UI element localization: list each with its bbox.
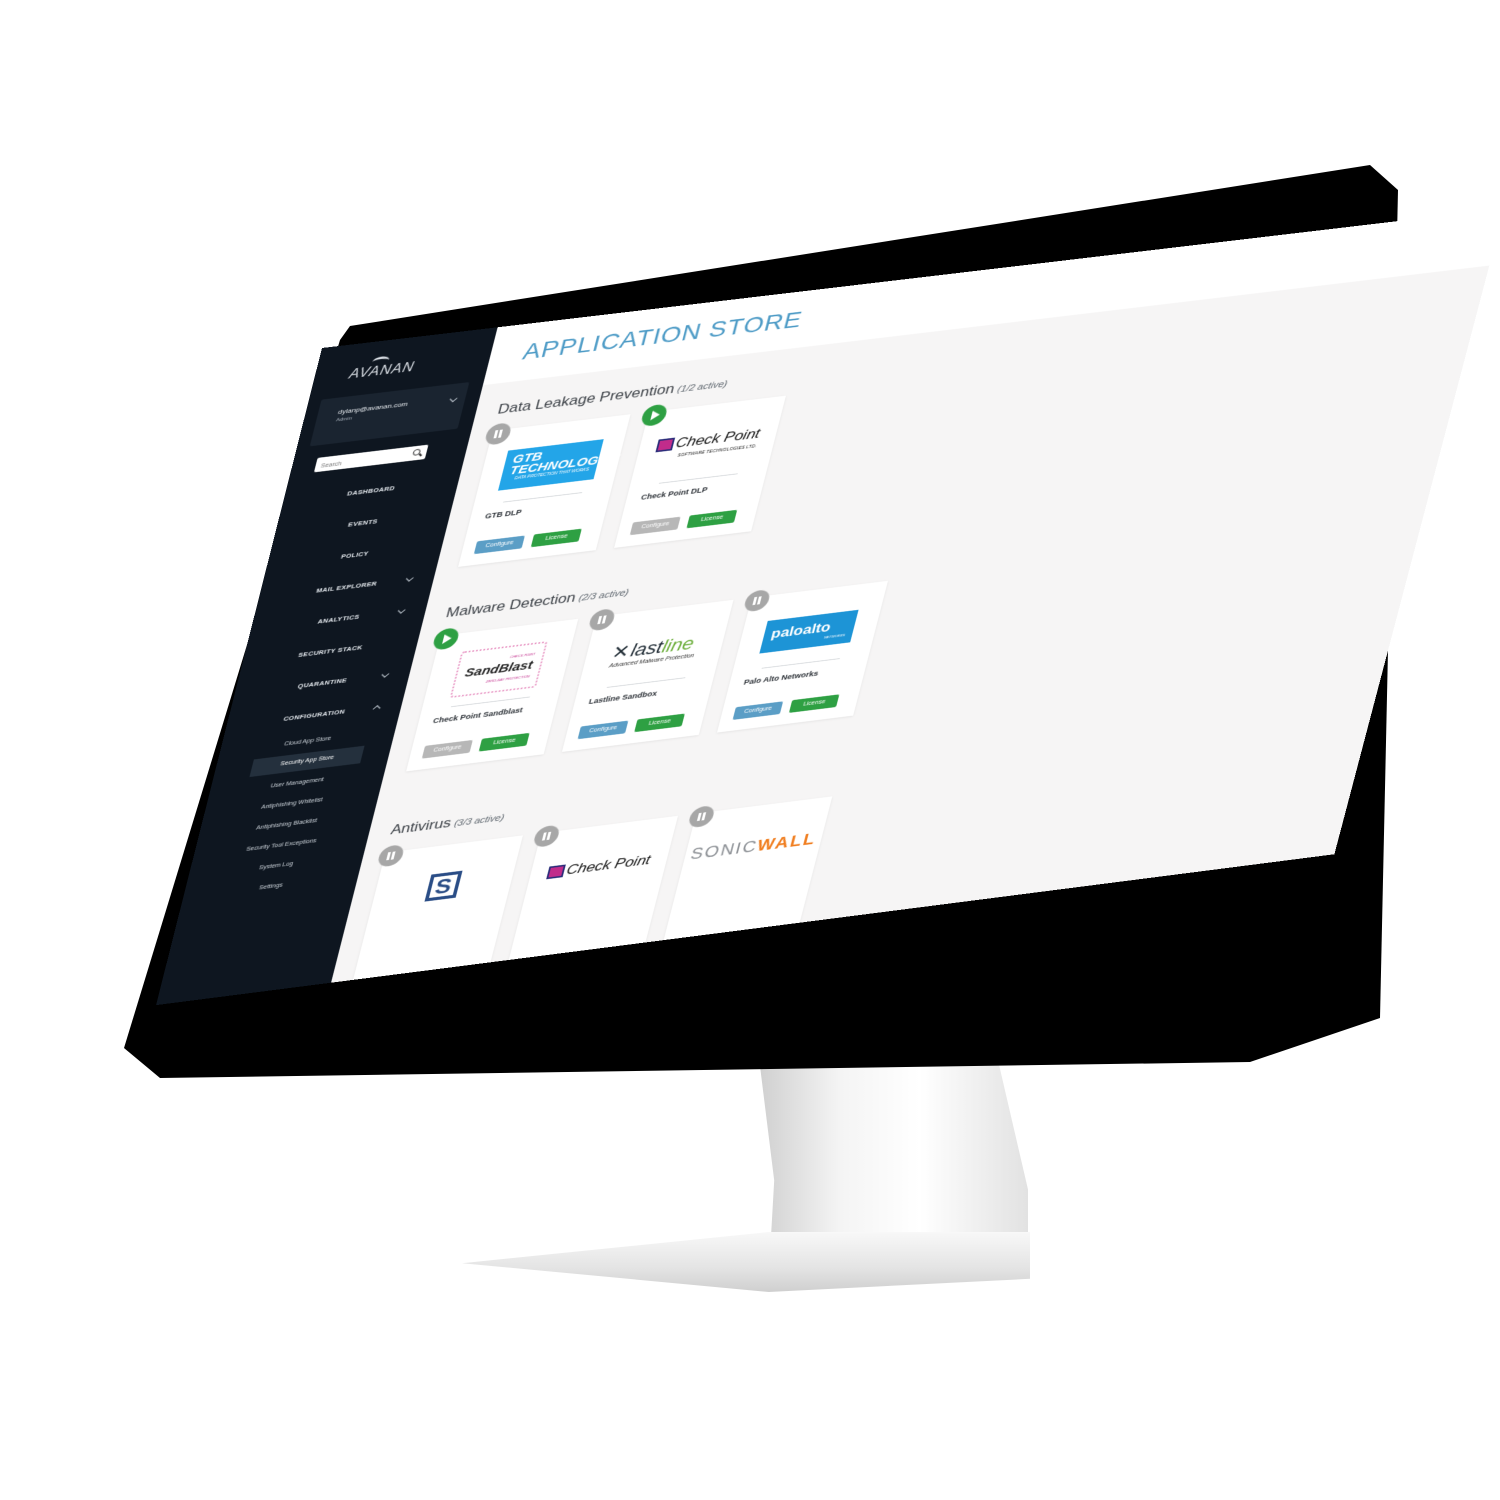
license-button[interactable]: License xyxy=(530,528,582,548)
monitor-stand-base xyxy=(462,1232,1030,1292)
chevron-down-icon xyxy=(381,670,390,678)
nav-configuration[interactable]: CONFIGURATION xyxy=(226,701,403,730)
nav-events-label: EVENTS xyxy=(347,517,379,529)
brand-logo[interactable]: AVANAN xyxy=(347,360,416,382)
play-icon[interactable] xyxy=(639,403,669,428)
app-name: Check Point Sandblast xyxy=(432,705,524,725)
section-count: (3/3 active) xyxy=(452,812,506,829)
pause-icon[interactable] xyxy=(376,843,406,868)
card-divider xyxy=(503,492,583,503)
app-card-gtb-dlp[interactable]: GTB TECHNOLOGIES DATA PROTECTION THAT WO… xyxy=(458,414,631,567)
sub-cloud-app-store[interactable]: Cloud App Store xyxy=(219,728,396,755)
check-point-logo-icon xyxy=(655,437,675,453)
section-count: (2/3 active) xyxy=(577,587,630,604)
section-title-antivirus: Antivirus(3/3 active) xyxy=(389,808,506,838)
configure-button[interactable]: Configure xyxy=(629,516,681,536)
section-title-text: Antivirus xyxy=(389,814,453,838)
nav-dashboard[interactable]: DASHBOARD xyxy=(282,477,459,505)
nav-analytics-label: ANALYTICS xyxy=(316,612,361,626)
nav-mail-explorer[interactable]: MAIL EXPLORER xyxy=(258,573,435,602)
user-role: Admin xyxy=(335,416,353,423)
app-card-lastline-sandbox[interactable]: ✕lastline Advanced Malware Protection La… xyxy=(561,599,734,752)
nav-quarantine-label: QUARANTINE xyxy=(297,676,348,690)
app-name: Lastline Sandbox xyxy=(587,689,659,706)
chevron-down-icon xyxy=(405,574,414,582)
nav-policy[interactable]: POLICY xyxy=(266,541,443,569)
app-logo: S xyxy=(382,855,505,918)
user-email: dylanp@avanan.com xyxy=(337,400,409,416)
pause-icon[interactable] xyxy=(587,607,617,632)
license-button[interactable]: License xyxy=(478,732,530,752)
app-card-check-point-dlp[interactable]: Check Point SOFTWARE TECHNOLOGIES LTD. C… xyxy=(614,395,786,548)
license-button[interactable]: License xyxy=(788,694,840,713)
app-card-check-point-sandblast[interactable]: CHECK POINT SandBlast ZERO-DAY PROTECTIO… xyxy=(406,618,579,772)
license-button[interactable]: License xyxy=(686,509,738,529)
play-icon[interactable] xyxy=(431,627,461,651)
card-divider xyxy=(761,658,840,669)
app-logo: CHECK POINT SandBlast ZERO-DAY PROTECTIO… xyxy=(437,638,560,701)
nav-dashboard-label: DASHBOARD xyxy=(346,484,396,498)
app-name: Palo Alto Networks xyxy=(742,669,820,687)
logo-text: WALL xyxy=(755,829,819,855)
nav-events[interactable]: EVENTS xyxy=(274,509,451,537)
nav-quarantine[interactable]: QUARANTINE xyxy=(234,669,411,698)
app-logo: paloalto NETWORKS xyxy=(748,600,870,663)
app-logo: Check Point xyxy=(538,835,660,898)
nav-policy-label: POLICY xyxy=(340,549,370,561)
license-button[interactable]: License xyxy=(634,713,685,733)
nav-security-stack[interactable]: SECURITY STACK xyxy=(242,637,419,666)
app-card-palo-alto-networks[interactable]: paloalto NETWORKS Palo Alto Networks Con… xyxy=(716,580,889,733)
card-divider xyxy=(606,677,686,688)
nav-security-stack-label: SECURITY STACK xyxy=(297,643,364,659)
logo-text: SONIC xyxy=(688,837,760,864)
nav-mail-explorer-label: MAIL EXPLORER xyxy=(315,579,378,595)
check-point-logo-icon xyxy=(545,864,566,880)
pause-icon[interactable] xyxy=(687,804,717,829)
logo-text: S xyxy=(424,870,463,902)
configure-button[interactable]: Configure xyxy=(473,535,525,555)
card-divider xyxy=(658,473,738,484)
app-logo: Check Point SOFTWARE TECHNOLOGIES LTD. xyxy=(645,415,767,478)
user-menu[interactable]: dylanp@avanan.com Admin xyxy=(309,382,470,447)
section-title-text: Malware Detection xyxy=(444,589,578,621)
chevron-down-icon[interactable] xyxy=(449,395,458,403)
app-logo: GTB TECHNOLOGIES DATA PROTECTION THAT WO… xyxy=(489,433,622,496)
app-name: GTB DLP xyxy=(484,507,523,521)
configure-button[interactable]: Configure xyxy=(577,720,629,740)
search-icon[interactable] xyxy=(412,448,422,456)
chevron-down-icon xyxy=(397,606,406,614)
nav-configuration-label: CONFIGURATION xyxy=(282,707,346,723)
app-logo: ✕lastline Advanced Malware Protection xyxy=(593,619,715,682)
chevron-up-icon xyxy=(372,705,381,712)
search-input[interactable] xyxy=(313,449,406,475)
app-logo: SONICWALL xyxy=(689,815,819,878)
nav-analytics[interactable]: ANALYTICS xyxy=(250,605,427,634)
app-name: Check Point DLP xyxy=(640,485,709,502)
section-count: (1/2 active) xyxy=(676,379,729,395)
pause-icon[interactable] xyxy=(532,824,562,849)
configure-button[interactable]: Configure xyxy=(732,701,784,720)
pause-icon[interactable] xyxy=(742,588,772,613)
search-box xyxy=(313,444,429,475)
configure-button[interactable]: Configure xyxy=(421,739,473,759)
pause-icon[interactable] xyxy=(483,422,513,446)
logo-text: Check Point xyxy=(564,851,653,878)
sub-security-app-store[interactable]: Security App Store xyxy=(249,745,365,778)
